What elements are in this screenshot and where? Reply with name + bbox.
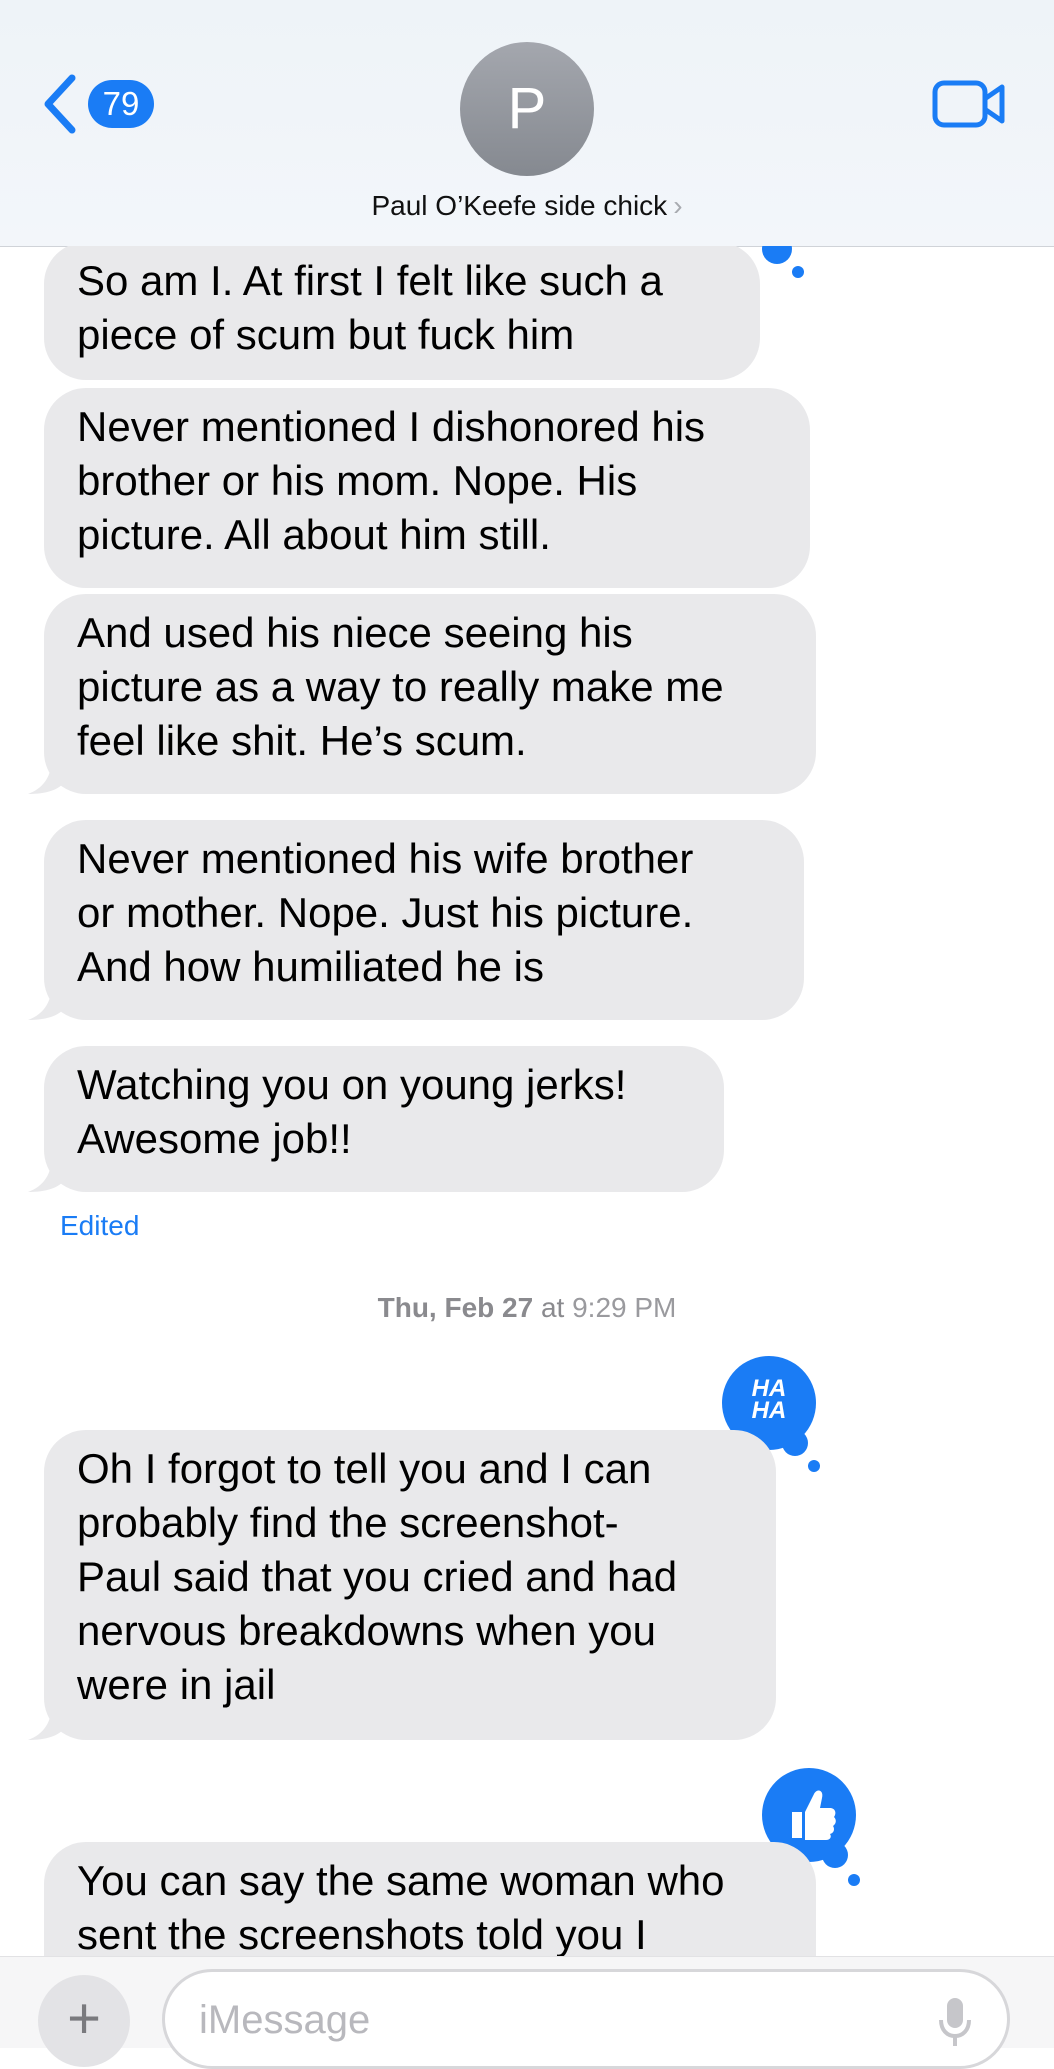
chevron-right-icon: › bbox=[673, 190, 683, 221]
message-input[interactable]: iMessage bbox=[162, 1969, 1010, 2069]
message-input-placeholder: iMessage bbox=[199, 1998, 371, 2042]
message-bubble[interactable]: You can say the same woman who sent the … bbox=[44, 1842, 816, 1956]
message-thread[interactable]: So am I. At first I felt like such a pie… bbox=[0, 246, 1054, 1956]
bubble-tail bbox=[28, 1154, 66, 1192]
timestamp: Thu, Feb 27 at 9:29 PM bbox=[0, 1292, 1054, 1324]
bubble-tail bbox=[28, 756, 66, 794]
conversation-header: 79 P Paul O’Keefe side chick › bbox=[0, 0, 1054, 247]
back-button[interactable]: 79 bbox=[40, 72, 154, 136]
bubble-tail bbox=[28, 1702, 66, 1740]
timestamp-day: Thu, Feb 27 bbox=[377, 1292, 534, 1323]
timestamp-time: 9:29 PM bbox=[572, 1292, 677, 1323]
haha-text: HA bbox=[751, 1397, 787, 1424]
reaction-tail-dot bbox=[792, 266, 804, 278]
message-bubble[interactable]: Oh I forgot to tell you and I can probab… bbox=[44, 1430, 776, 1740]
bubble-tail bbox=[28, 982, 66, 1020]
unread-count-badge: 79 bbox=[88, 80, 154, 128]
reaction-tail-dot bbox=[762, 246, 792, 264]
contact-avatar[interactable]: P bbox=[460, 42, 594, 176]
compose-bar: + iMessage bbox=[0, 1956, 1054, 2069]
video-call-icon[interactable] bbox=[932, 80, 1006, 128]
contact-name-button[interactable]: Paul O’Keefe side chick › bbox=[0, 190, 1054, 222]
message-bubble[interactable]: And used his niece seeing his picture as… bbox=[44, 594, 816, 794]
message-bubble[interactable]: Never mentioned his wife brother or moth… bbox=[44, 820, 804, 1020]
reaction-tail-dot bbox=[782, 1430, 808, 1456]
reaction-tail-dot bbox=[848, 1874, 860, 1886]
contact-name: Paul O’Keefe side chick bbox=[371, 190, 668, 221]
microphone-icon[interactable] bbox=[937, 1996, 973, 2050]
reaction-tail-dot bbox=[822, 1842, 848, 1868]
chevron-left-icon bbox=[44, 74, 76, 134]
message-bubble[interactable]: Watching you on young jerks! Awesome job… bbox=[44, 1046, 724, 1192]
add-attachment-button[interactable]: + bbox=[38, 1975, 130, 2067]
edited-label[interactable]: Edited bbox=[60, 1210, 139, 1242]
message-bubble[interactable]: So am I. At first I felt like such a pie… bbox=[44, 246, 760, 380]
reaction-tail-dot bbox=[808, 1460, 820, 1472]
message-bubble[interactable]: Never mentioned I dishonored his brother… bbox=[44, 388, 810, 588]
timestamp-at: at bbox=[540, 1292, 565, 1323]
